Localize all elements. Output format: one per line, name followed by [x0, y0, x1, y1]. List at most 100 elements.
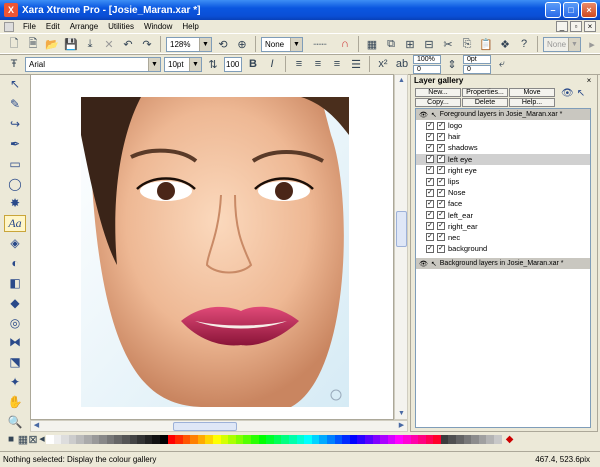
horizontal-scroll-thumb[interactable] [173, 422, 237, 431]
menu-edit[interactable]: Edit [42, 22, 64, 31]
horizontal-scrollbar[interactable]: ◀ ▶ [30, 420, 408, 432]
colour-swatch[interactable] [99, 434, 107, 444]
visible-checkbox[interactable]: ✓ [426, 233, 434, 242]
help-icon[interactable]: ? [516, 36, 532, 52]
colour-swatch[interactable] [334, 434, 343, 444]
text-wrap-icon[interactable]: ⤶ [494, 56, 510, 72]
colour-swatch[interactable] [326, 434, 335, 444]
colour-swatch[interactable] [456, 434, 464, 444]
selector-tool-icon[interactable]: ↖ [4, 76, 26, 93]
colour-swatch[interactable] [402, 434, 411, 444]
spacing-field-a[interactable]: 0pt [463, 54, 491, 64]
visible-checkbox[interactable]: ✓ [426, 132, 434, 141]
colour-swatch[interactable] [296, 434, 305, 444]
locked-checkbox[interactable]: ✓ [437, 143, 445, 152]
doc-minimize-button[interactable]: _ [556, 21, 568, 32]
doc-restore-button[interactable]: ▫ [570, 21, 582, 32]
colour-gallery-icon[interactable]: ▦ [18, 431, 28, 447]
layer-row-left-eye[interactable]: ✓ ✓ left eye [416, 153, 590, 165]
locked-checkbox[interactable]: ✓ [437, 188, 445, 197]
align-center-icon[interactable]: ≡ [310, 56, 326, 72]
scale-field-a[interactable]: 100% [413, 54, 441, 64]
palette-scroll-left-icon[interactable]: ◀ [38, 431, 46, 447]
maximize-button[interactable]: □ [563, 2, 579, 18]
colour-swatch[interactable] [175, 434, 183, 444]
locked-checkbox[interactable]: ✓ [437, 199, 445, 208]
bold-button[interactable]: B [245, 56, 261, 72]
align-icon[interactable]: ▦ [364, 36, 380, 52]
zoom-tool-icon[interactable]: 🔍 [4, 413, 26, 430]
gallery-close-icon[interactable]: × [584, 76, 594, 86]
kern-field[interactable]: 100 [224, 56, 242, 72]
layer-row-right-ear[interactable]: ✓ ✓ right_ear [416, 221, 590, 232]
eye-icon[interactable]: 👁 [561, 88, 574, 99]
colour-swatch[interactable] [304, 434, 312, 444]
layer-help-button[interactable]: Help... [509, 98, 555, 107]
save-icon[interactable]: 💾 [63, 36, 79, 52]
menu-utilities[interactable]: Utilities [104, 22, 138, 31]
locked-checkbox[interactable]: ✓ [437, 244, 445, 253]
font-name-dropdown[interactable]: Arial ▼ [25, 56, 161, 72]
colour-swatch[interactable] [61, 434, 69, 444]
live-effects-tool-icon[interactable]: ✦ [4, 374, 26, 391]
colour-swatch[interactable] [364, 434, 373, 444]
locked-checkbox[interactable]: ✓ [437, 233, 445, 242]
text-tool-icon[interactable]: Aa [4, 214, 26, 232]
colour-swatch[interactable] [372, 434, 381, 444]
layer-row-left-ear[interactable]: ✓ ✓ left_ear [416, 210, 590, 221]
colour-swatch[interactable] [478, 434, 487, 444]
drawing-canvas[interactable] [30, 74, 394, 420]
vertical-scrollbar[interactable]: ▲ ▼ [394, 74, 408, 420]
visible-checkbox[interactable]: ✓ [426, 211, 434, 220]
line-colour-icon[interactable]: ◆ [502, 431, 518, 447]
contour-tool-icon[interactable]: ◎ [4, 314, 26, 331]
layer-row-face[interactable]: ✓ ✓ face [416, 198, 590, 209]
clone-icon[interactable]: ❖ [497, 36, 513, 52]
freehand-tool-icon[interactable]: ✎ [4, 96, 26, 113]
quality-dropdown[interactable]: None ▼ [543, 36, 581, 52]
colour-swatch[interactable] [121, 434, 130, 444]
colour-swatch[interactable] [425, 434, 434, 444]
shadow-tool-icon[interactable]: ◧ [4, 274, 26, 291]
colour-swatch[interactable] [68, 434, 77, 444]
close-button[interactable]: × [581, 2, 597, 18]
justify-icon[interactable]: ☰ [348, 56, 364, 72]
spacing-field-b[interactable]: 0 [463, 64, 491, 74]
undo-icon[interactable]: ↶ [120, 36, 136, 52]
locked-checkbox[interactable]: ✓ [437, 211, 445, 220]
colour-swatch[interactable] [433, 434, 441, 444]
colour-swatch[interactable] [152, 434, 160, 444]
delete-icon[interactable]: ✕ [101, 36, 117, 52]
colour-swatch[interactable] [197, 434, 206, 444]
text-baseline-icon[interactable]: ab [394, 56, 410, 72]
colour-swatch[interactable] [380, 434, 388, 444]
colour-swatch[interactable] [486, 434, 495, 444]
layer-row-nec[interactable]: ✓ ✓ nec [416, 232, 590, 243]
arrow-right-icon[interactable]: ▸ [584, 36, 600, 52]
scroll-left-icon[interactable]: ◀ [31, 421, 42, 431]
colour-swatch[interactable] [91, 434, 100, 444]
copy-layer-button[interactable]: Copy... [415, 98, 461, 107]
menu-window[interactable]: Window [140, 22, 176, 31]
colour-swatch[interactable] [410, 434, 419, 444]
paste-icon[interactable]: 📋 [478, 36, 494, 52]
locked-checkbox[interactable]: ✓ [437, 121, 445, 130]
copy-icon[interactable]: ⎘ [459, 36, 475, 52]
locked-checkbox[interactable]: ✓ [437, 222, 445, 231]
redo-icon[interactable]: ↷ [139, 36, 155, 52]
align-left-icon[interactable]: ≡ [291, 56, 307, 72]
colour-swatch[interactable] [182, 434, 191, 444]
visible-checkbox[interactable]: ✓ [426, 166, 434, 175]
colour-swatch[interactable] [76, 434, 84, 444]
colour-swatch[interactable] [251, 434, 259, 444]
colour-swatch[interactable] [273, 434, 282, 444]
italic-button[interactable]: I [264, 56, 280, 72]
vertical-scroll-thumb[interactable] [396, 211, 407, 247]
visible-checkbox[interactable]: ✓ [426, 222, 434, 231]
colour-swatch[interactable] [463, 434, 472, 444]
fill-tool-icon[interactable]: ◈ [4, 235, 26, 252]
colour-swatch[interactable] [144, 434, 153, 444]
colour-swatch[interactable] [289, 434, 297, 444]
colour-swatch[interactable] [129, 434, 138, 444]
colour-swatch[interactable] [281, 434, 289, 444]
